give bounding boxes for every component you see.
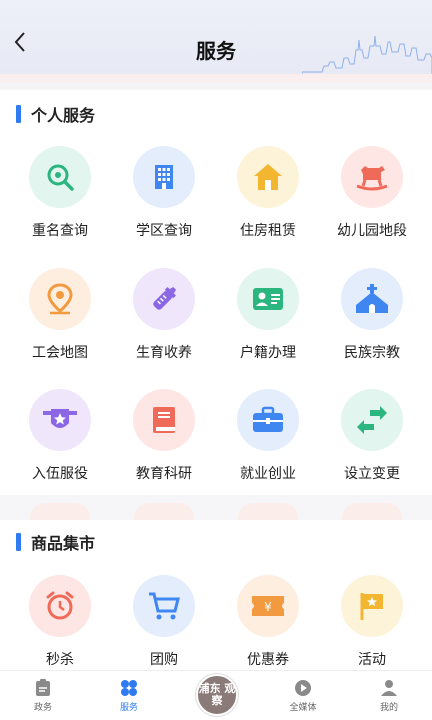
service-item-kindergarten-zone[interactable]: 幼儿园地段 [320, 146, 424, 256]
swap-arrows-icon [357, 406, 387, 434]
tab-label: 政务 [33, 703, 52, 713]
service-label: 就业创业 [240, 466, 296, 482]
service-icon-bg [133, 268, 195, 330]
map-pin-icon [47, 283, 73, 315]
tab-government[interactable]: 政务 [0, 671, 86, 720]
section-title-market: 商品集市 [16, 530, 95, 554]
market-label: 团购 [150, 652, 178, 668]
service-icon-bg [237, 268, 299, 330]
play-icon [295, 680, 311, 696]
id-card-icon [253, 288, 283, 310]
service-icon-bg [29, 146, 91, 208]
service-item-military-service[interactable]: 入伍服役 [8, 389, 112, 499]
section-accent-bar [16, 533, 21, 551]
skyline-illustration [302, 35, 432, 76]
tab-label: 我的 [379, 703, 398, 713]
service-item-education-research[interactable]: 教育科研 [112, 389, 216, 499]
tab-mine[interactable]: 我的 [346, 671, 432, 720]
header-bar: 服务 [0, 0, 432, 82]
pudong-observer-logo[interactable]: 浦东 观察 [196, 674, 238, 716]
tab-label: 全媒体 [289, 703, 317, 713]
market-label: 活动 [358, 652, 386, 668]
service-label: 教育科研 [136, 466, 192, 482]
market-item-flash-sale[interactable]: 秒杀 [8, 575, 112, 685]
service-icon-bg [341, 389, 403, 451]
service-icon-bg [133, 146, 195, 208]
market-icon-bg [133, 575, 195, 637]
service-label: 住房租赁 [240, 223, 296, 239]
service-label: 学区查询 [136, 223, 192, 239]
service-label: 民族宗教 [344, 345, 400, 361]
section-title-personal: 个人服务 [16, 102, 95, 126]
service-label: 设立变更 [344, 466, 400, 482]
market-label: 优惠券 [247, 652, 289, 668]
service-item-household-registration[interactable]: 户籍办理 [216, 268, 320, 378]
service-label: 生育收养 [136, 345, 192, 361]
church-icon [356, 284, 388, 313]
service-item-birth-adoption[interactable]: 生育收养 [112, 268, 216, 378]
service-icon-bg [341, 268, 403, 330]
header-bottom-strip [0, 74, 432, 82]
alarm-clock-icon [46, 591, 74, 620]
user-icon [381, 680, 397, 696]
service-label: 工会地图 [32, 345, 88, 361]
service-label: 户籍办理 [240, 345, 296, 361]
market-icon-bg [341, 575, 403, 637]
service-label: 幼儿园地段 [337, 223, 407, 239]
service-item-union-map[interactable]: 工会地图 [8, 268, 112, 378]
military-badge-icon [43, 409, 77, 428]
service-item-employment[interactable]: 就业创业 [216, 389, 320, 499]
service-item-ethnic-religion[interactable]: 民族宗教 [320, 268, 424, 378]
service-icon-bg [341, 146, 403, 208]
service-icon-bg [29, 389, 91, 451]
market-icon-bg: ¥ [237, 575, 299, 637]
service-label: 入伍服役 [32, 466, 88, 482]
section-title-text: 商品集市 [31, 534, 96, 553]
flag-icon [360, 593, 383, 620]
market-icon-bg [29, 575, 91, 637]
building-icon [155, 165, 173, 189]
service-item-school-district[interactable]: 学区查询 [112, 146, 216, 256]
tab-services[interactable]: 服务 [86, 671, 172, 720]
service-item-duplicate-name-query[interactable]: 重名查询 [8, 146, 112, 256]
service-icon-bg [237, 389, 299, 451]
house-icon [254, 164, 282, 190]
rocking-horse-icon [356, 166, 388, 191]
section-accent-bar [16, 105, 21, 123]
search-icon [47, 164, 74, 191]
service-item-housing-rental[interactable]: 住房租赁 [216, 146, 320, 256]
svg-text:¥: ¥ [264, 600, 272, 614]
cart-icon [149, 592, 180, 620]
market-item-activity[interactable]: 活动 [320, 575, 424, 685]
market-label: 秒杀 [46, 652, 74, 668]
market-item-coupon[interactable]: ¥ 优惠券 [216, 575, 320, 685]
service-icon-bg [29, 268, 91, 330]
coupon-icon: ¥ [252, 596, 284, 616]
baby-bottle-icon [153, 286, 177, 310]
tab-label: 服务 [119, 703, 138, 713]
service-icon-bg [133, 389, 195, 451]
clipboard-icon [36, 679, 50, 696]
briefcase-icon [253, 406, 283, 432]
section-title-text: 个人服务 [31, 106, 96, 125]
service-icon-bg [237, 146, 299, 208]
service-item-establish-change[interactable]: 设立变更 [320, 389, 424, 499]
grid-icon [121, 680, 137, 696]
market-item-group-buy[interactable]: 团购 [112, 575, 216, 685]
service-label: 重名查询 [32, 223, 88, 239]
book-icon [153, 407, 175, 433]
tab-all-media[interactable]: 全媒体 [260, 671, 346, 720]
